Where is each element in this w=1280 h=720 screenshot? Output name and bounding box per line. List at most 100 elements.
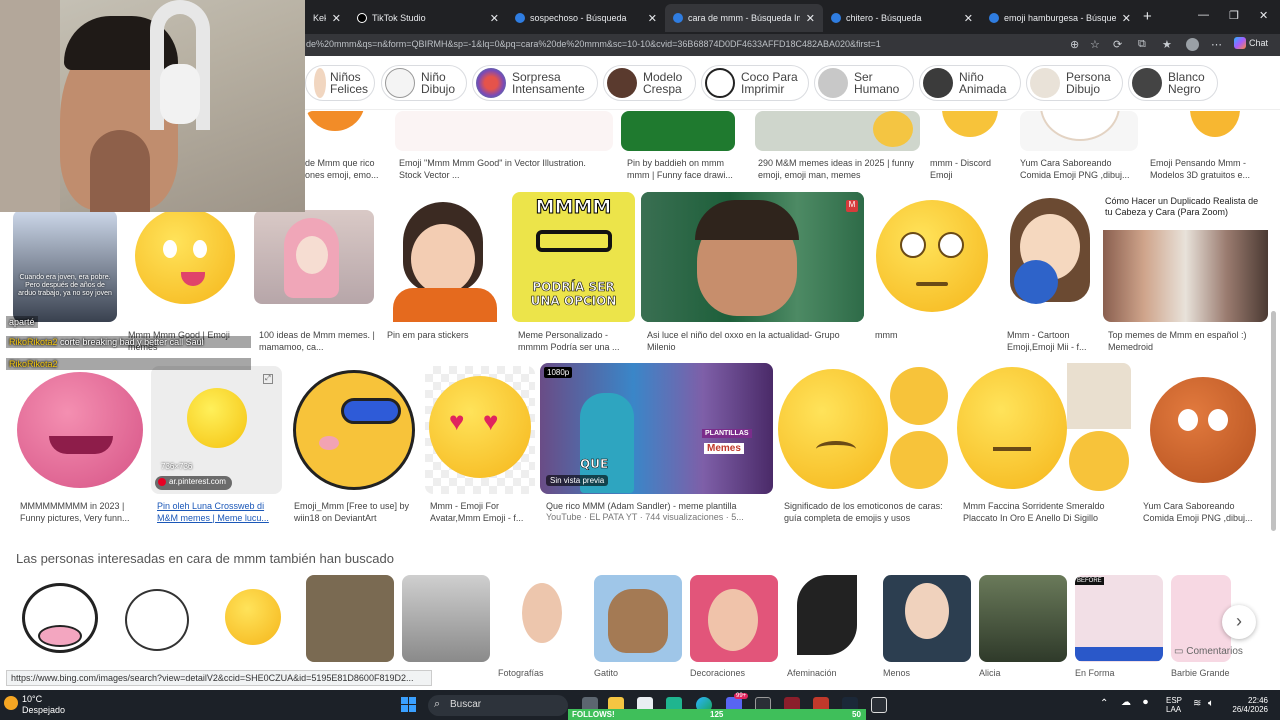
chip-modelo-crespa[interactable]: Modelo Crespa	[603, 65, 696, 101]
result-image-eyeroll-emoji[interactable]	[870, 192, 994, 322]
url-field[interactable]: de%20mmm&qs=n&form=QBIRMH&sp=-1&lq=0&pq=…	[306, 39, 881, 49]
result-caption[interactable]: Pin em para stickers	[387, 329, 505, 353]
result-caption[interactable]: 290 M&M memes ideas in 2025 | funny emoj…	[758, 157, 918, 181]
related-caption[interactable]: Menos	[883, 668, 910, 678]
result-caption[interactable]: Mmm - Emoji For Avatar,Mmm Emoji - f...	[430, 500, 534, 526]
taskbar-search-input[interactable]: ⌕ Buscar	[428, 695, 568, 716]
related-item-fotografias[interactable]	[402, 575, 490, 662]
more-menu-icon[interactable]: ⋯	[1211, 38, 1222, 51]
weather-widget[interactable]: 10°C Despejado	[22, 694, 65, 716]
expand-icon[interactable]: ⤢	[263, 374, 273, 384]
close-icon[interactable]: ✕	[490, 12, 499, 25]
favorite-star-icon[interactable]: ☆	[1090, 38, 1100, 51]
restore-icon[interactable]: ❐	[1229, 9, 1239, 22]
result-caption[interactable]: Emoji Pensando Mmm - Modelos 3D gratuito…	[1150, 157, 1268, 181]
result-image-pink-face[interactable]	[15, 366, 146, 494]
related-caption[interactable]: Fotografías	[498, 668, 544, 678]
related-item-alicia[interactable]	[979, 575, 1067, 662]
related-caption[interactable]: Gatito	[594, 668, 618, 678]
result-image-zoom-duplicate[interactable]: Cómo Hacer un Duplicado Realista de tu C…	[1103, 192, 1268, 322]
result-caption[interactable]: Pin by baddieh on mmm mmm | Funny face d…	[627, 157, 741, 181]
result-image-cartoon-mii[interactable]	[1000, 192, 1098, 322]
chip-ser-humano[interactable]: Ser Humano	[814, 65, 914, 101]
close-icon[interactable]: ✕	[964, 12, 973, 25]
close-icon[interactable]: ✕	[332, 12, 341, 25]
result-image-brown-emoji[interactable]	[1138, 363, 1268, 494]
result-image-sad-emoji[interactable]	[778, 363, 952, 494]
result-image-kpop[interactable]	[254, 210, 374, 304]
windows-start-icon[interactable]	[401, 697, 417, 713]
result-caption[interactable]: mmm	[875, 329, 993, 353]
related-caption[interactable]: En Forma	[1075, 668, 1115, 678]
related-caption[interactable]: Alicia	[979, 668, 1001, 678]
result-caption[interactable]: Mmm Faccina Sorridente Smeraldo Placcato…	[963, 500, 1131, 526]
chip-nino-dibujo[interactable]: Niño Dibujo	[381, 65, 467, 101]
chip-persona-dibujo[interactable]: Persona Dibujo	[1026, 65, 1123, 101]
onedrive-icon[interactable]: ☁	[1121, 698, 1131, 708]
related-caption[interactable]: Barbie Grande	[1171, 668, 1230, 678]
related-item-face-model[interactable]	[498, 575, 586, 662]
page-scrollbar[interactable]	[1270, 111, 1278, 671]
result-caption[interactable]: Pin oleh Luna Crossweb di M&M memes | Me…	[157, 500, 277, 526]
wifi-icon[interactable]: ≋	[1193, 699, 1201, 709]
result-image[interactable]	[1148, 111, 1268, 151]
chevron-right-icon[interactable]: ›	[1222, 605, 1256, 639]
tab-emoji-hamburgesa[interactable]: emoji hamburgesa - Búsqueda ✕	[981, 4, 1139, 32]
result-caption[interactable]: Asi luce el niño del oxxo en la actualid…	[647, 329, 859, 353]
result-image-oxxo-kid[interactable]: M	[641, 192, 864, 322]
result-caption[interactable]: de Mmm que rico ones emoji, emo...	[305, 157, 389, 181]
related-item-pumpkin[interactable]	[113, 575, 201, 662]
result-caption[interactable]: Top memes de Mmm en español :) Memedroid	[1108, 329, 1268, 353]
tab-cara-de-mmm[interactable]: cara de mmm - Búsqueda Imágenes ✕	[665, 4, 823, 32]
zoom-icon[interactable]: ⊕	[1070, 38, 1079, 51]
close-icon[interactable]: ✕	[648, 12, 657, 25]
profile-avatar-icon[interactable]	[1186, 38, 1199, 51]
related-caption[interactable]: Decoraciones	[690, 668, 745, 678]
related-item-emoji[interactable]	[209, 575, 297, 662]
result-image-mm-shrug[interactable]: ⤢ 736×736 ar.pinterest.com	[151, 366, 282, 494]
result-image[interactable]	[395, 111, 613, 151]
result-caption[interactable]: MMMMMMMMM in 2023 | Funny pictures, Very…	[20, 500, 145, 526]
source-pill[interactable]: ar.pinterest.com	[155, 476, 232, 490]
result-caption[interactable]: Yum Cara Saboreando Comida Emoji PNG ,di…	[1143, 500, 1268, 526]
chip-blanco-negro[interactable]: Blanco Negro	[1128, 65, 1218, 101]
result-caption[interactable]: mmm - Discord Emoji	[930, 157, 1014, 181]
related-item-gatito[interactable]	[594, 575, 682, 662]
tab-kekelar[interactable]: Kekelar ✕	[305, 4, 349, 32]
microphone-icon[interactable]: ⏺	[1143, 698, 1148, 708]
scrollbar-thumb[interactable]	[1271, 311, 1276, 531]
result-image-neutral-emoji[interactable]	[957, 363, 1131, 494]
new-tab-button[interactable]: +	[1143, 8, 1152, 25]
clock[interactable]: 22:46 26/4/2026	[1232, 696, 1268, 714]
extension-icon[interactable]: ⟳	[1113, 38, 1122, 51]
result-caption[interactable]: Mmm - Cartoon Emoji,Emoji Mii - f...	[1007, 329, 1097, 353]
result-caption[interactable]: Meme Personalizado - mmmm Podría ser una…	[518, 329, 636, 353]
result-video-adam-sandler[interactable]: 1080p QUE PLANTILLAS Memes Sin vista pre…	[540, 363, 773, 494]
related-item-insect[interactable]	[306, 575, 394, 662]
result-image[interactable]	[930, 111, 1014, 151]
chip-sorpresa-intensamente[interactable]: Sorpresa Intensamente	[472, 65, 598, 101]
close-window-icon[interactable]: ✕	[1259, 9, 1268, 22]
capcut-icon[interactable]	[871, 697, 887, 713]
result-image-child[interactable]	[383, 192, 506, 322]
result-image[interactable]	[621, 111, 735, 151]
result-caption[interactable]: Emoji_Mmm [Free to use] by wiin18 on Dev…	[294, 500, 420, 526]
result-caption[interactable]: Emoji "Mmm Mmm Good" in Vector Illustrat…	[399, 157, 609, 181]
tab-chitero[interactable]: chitero - Búsqueda ✕	[823, 4, 981, 32]
result-image[interactable]	[1020, 111, 1138, 151]
related-item-cow[interactable]	[16, 575, 104, 662]
tab-tiktok-studio[interactable]: TikTok Studio ✕	[349, 4, 507, 32]
result-caption[interactable]: Yum Cara Saboreando Comida Emoji PNG ,di…	[1020, 157, 1138, 181]
result-image-heart-eyes[interactable]: ♥ ♥	[425, 366, 535, 494]
related-item-afeminacion[interactable]	[787, 575, 875, 662]
related-item-decoraciones[interactable]	[690, 575, 778, 662]
result-image-emoji-mmm[interactable]	[289, 366, 420, 494]
chip-coco-para-imprimir[interactable]: Coco Para Imprimir	[701, 65, 809, 101]
related-caption[interactable]: Afeminación	[787, 668, 837, 678]
close-icon[interactable]: ✕	[806, 12, 815, 25]
close-icon[interactable]: ✕	[1122, 12, 1131, 25]
favorites-icon[interactable]: ★	[1162, 38, 1172, 51]
chevron-up-icon[interactable]: ⌃	[1100, 699, 1108, 709]
volume-icon[interactable]: 🔈︎	[1208, 699, 1214, 709]
related-item-en-forma[interactable]: BEFORE	[1075, 575, 1163, 662]
